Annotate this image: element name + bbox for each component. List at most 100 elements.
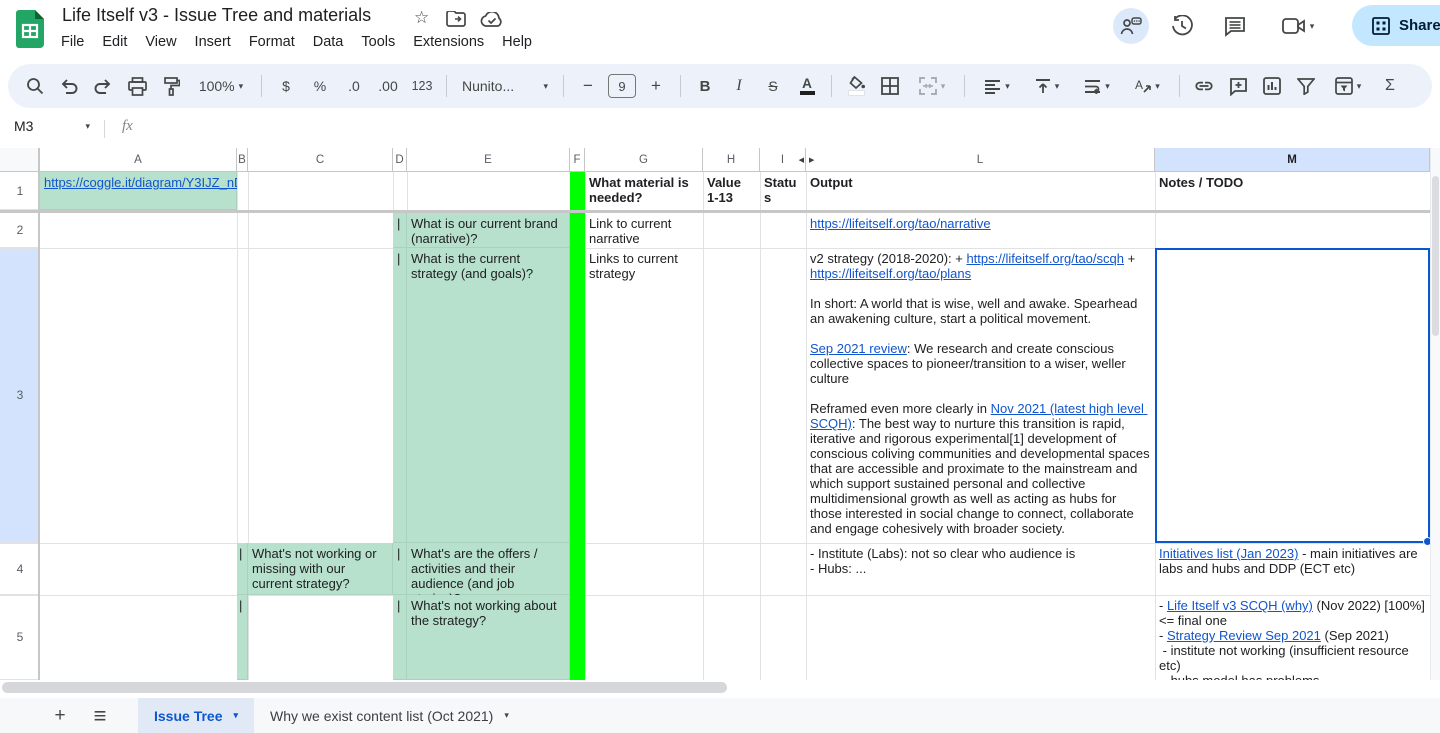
column-header-C[interactable]: C [248, 148, 393, 172]
column-header-F[interactable]: F [570, 148, 585, 172]
cell-D2[interactable]: | [393, 213, 407, 248]
functions-button[interactable]: Σ [1375, 71, 1405, 101]
formula-input[interactable] [150, 118, 1420, 140]
cell-link[interactable]: Life Itself v3 SCQH (why) [1167, 598, 1313, 613]
cell-L1[interactable]: Output [806, 172, 1155, 210]
column-F-highlight[interactable] [570, 172, 585, 680]
text-color-button[interactable]: A [792, 71, 822, 101]
horizontal-scrollbar-thumb[interactable] [2, 682, 727, 693]
zoom-select[interactable]: 100% ▾ [190, 71, 252, 101]
menu-format[interactable]: Format [240, 31, 304, 53]
cell-link[interactable]: Strategy Review Sep 2021 [1167, 628, 1321, 643]
cell-G3[interactable]: Links to current strategy [585, 248, 703, 543]
italic-button[interactable]: I [724, 71, 754, 101]
cell-M5[interactable]: - Life Itself v3 SCQH (why) (Nov 2022) [… [1155, 595, 1430, 680]
cell-L4[interactable]: - Institute (Labs): not so clear who aud… [806, 543, 1155, 595]
add-sheet-button[interactable]: + [40, 698, 80, 733]
document-title[interactable]: Life Itself v3 - Issue Tree and material… [62, 5, 371, 26]
share-button[interactable]: Share [1352, 5, 1440, 46]
select-all-corner[interactable] [0, 148, 40, 172]
row-header-2[interactable]: 2 [0, 213, 40, 248]
meet-camera-button[interactable]: ▾ [1272, 8, 1324, 44]
cloud-status-icon[interactable] [480, 12, 504, 28]
cell-D4[interactable]: | [393, 543, 407, 595]
cell-D3[interactable]: | [393, 248, 407, 543]
cell-E2[interactable]: What is our current brand (narrative)? [407, 213, 570, 248]
column-header-E[interactable]: E [407, 148, 570, 172]
cell-G2[interactable]: Link to current narrative [585, 213, 703, 248]
horizontal-align-button[interactable]: ▾ [974, 71, 1020, 101]
column-header-B[interactable]: B [237, 148, 248, 172]
row-header-3[interactable]: 3 [0, 248, 40, 543]
column-header-A[interactable]: A [40, 148, 237, 172]
search-icon[interactable] [20, 71, 50, 101]
menu-view[interactable]: View [136, 31, 185, 53]
cell-B4[interactable]: | [237, 543, 248, 595]
strikethrough-button[interactable]: S [758, 71, 788, 101]
last-edit-icon[interactable] [1113, 8, 1149, 44]
sheets-logo-icon[interactable] [16, 10, 44, 48]
column-header-L[interactable]: ▶ L [806, 148, 1155, 172]
fill-color-button[interactable] [841, 71, 871, 101]
decrease-decimal-button[interactable]: .0 [339, 71, 369, 101]
star-icon[interactable]: ☆ [414, 8, 429, 28]
create-filter-icon[interactable] [1291, 71, 1321, 101]
insert-comment-icon[interactable] [1223, 71, 1253, 101]
font-size-input[interactable]: 9 [607, 71, 637, 101]
cell-H1[interactable]: Value 1-13 [703, 172, 760, 210]
undo-icon[interactable] [54, 71, 84, 101]
cell-A1-link[interactable]: https://coggle.it/diagram/Y3IJZ_nDY3 [44, 175, 237, 190]
increase-font-size-button[interactable]: + [641, 71, 671, 101]
format-percent-button[interactable]: % [305, 71, 335, 101]
menu-help[interactable]: Help [493, 31, 541, 53]
insert-chart-icon[interactable] [1257, 71, 1287, 101]
cell-link[interactable]: Initiatives list (Jan 2023) [1159, 546, 1298, 561]
cell-D5[interactable]: | [393, 595, 407, 680]
name-box[interactable]: M3 ▾ [14, 118, 90, 134]
cell-link[interactable]: https://lifeitself.org/tao/plans [810, 266, 971, 281]
comments-icon[interactable] [1217, 8, 1253, 44]
vertical-scrollbar-thumb[interactable] [1432, 176, 1439, 336]
format-currency-button[interactable]: $ [271, 71, 301, 101]
column-header-D[interactable]: D [393, 148, 407, 172]
filter-views-button[interactable]: ▾ [1325, 71, 1371, 101]
frozen-row-divider[interactable] [0, 210, 1430, 213]
text-rotation-button[interactable]: A ▾ [1124, 71, 1170, 101]
row-header-1[interactable]: 1 [0, 172, 40, 210]
increase-decimal-button[interactable]: .00 [373, 71, 403, 101]
tab-issue-tree[interactable]: Issue Tree ▾ [138, 698, 254, 733]
bold-button[interactable]: B [690, 71, 720, 101]
decrease-font-size-button[interactable]: − [573, 71, 603, 101]
merge-cells-button[interactable]: ▾ [909, 71, 955, 101]
row-header-5[interactable]: 5 [0, 595, 40, 680]
column-header-I[interactable]: I ◀ [760, 148, 806, 172]
menu-insert[interactable]: Insert [186, 31, 240, 53]
cell-link[interactable]: Sep 2021 review [810, 341, 907, 356]
cell-L2-link[interactable]: https://lifeitself.org/tao/narrative [810, 216, 991, 231]
font-select[interactable]: Nunito... ▾ [456, 71, 554, 101]
cell-I1[interactable]: Status [760, 172, 806, 210]
menu-extensions[interactable]: Extensions [404, 31, 493, 53]
menu-tools[interactable]: Tools [352, 31, 404, 53]
cell-G1[interactable]: What material is needed? [585, 172, 703, 210]
cell-link[interactable]: https://lifeitself.org/tao/scqh [966, 251, 1124, 266]
column-header-M[interactable]: M [1155, 148, 1430, 172]
redo-icon[interactable] [88, 71, 118, 101]
cell-E4[interactable]: What's are the offers / activities and t… [407, 543, 570, 595]
tab-why-we-exist[interactable]: Why we exist content list (Oct 2021) ▾ [254, 698, 525, 733]
cell-C4[interactable]: What's not working or missing with our c… [248, 543, 393, 595]
menu-file[interactable]: File [52, 31, 93, 53]
version-history-icon[interactable] [1164, 8, 1200, 44]
print-icon[interactable] [122, 71, 152, 101]
collapse-hidden-columns-icon[interactable]: ◀ [799, 156, 804, 164]
insert-link-icon[interactable] [1189, 71, 1219, 101]
cell-L3[interactable]: v2 strategy (2018-2020): + https://lifei… [806, 248, 1155, 543]
text-wrap-button[interactable]: ▾ [1074, 71, 1120, 101]
row-header-4[interactable]: 4 [0, 543, 40, 595]
cell-M1[interactable]: Notes / TODO [1155, 172, 1430, 210]
vertical-align-button[interactable]: ▾ [1024, 71, 1070, 101]
cell-B5[interactable]: | [237, 595, 248, 680]
menu-edit[interactable]: Edit [93, 31, 136, 53]
cell-A1[interactable]: https://coggle.it/diagram/Y3IJZ_nDY3 [40, 172, 237, 210]
move-folder-icon[interactable] [446, 11, 466, 27]
